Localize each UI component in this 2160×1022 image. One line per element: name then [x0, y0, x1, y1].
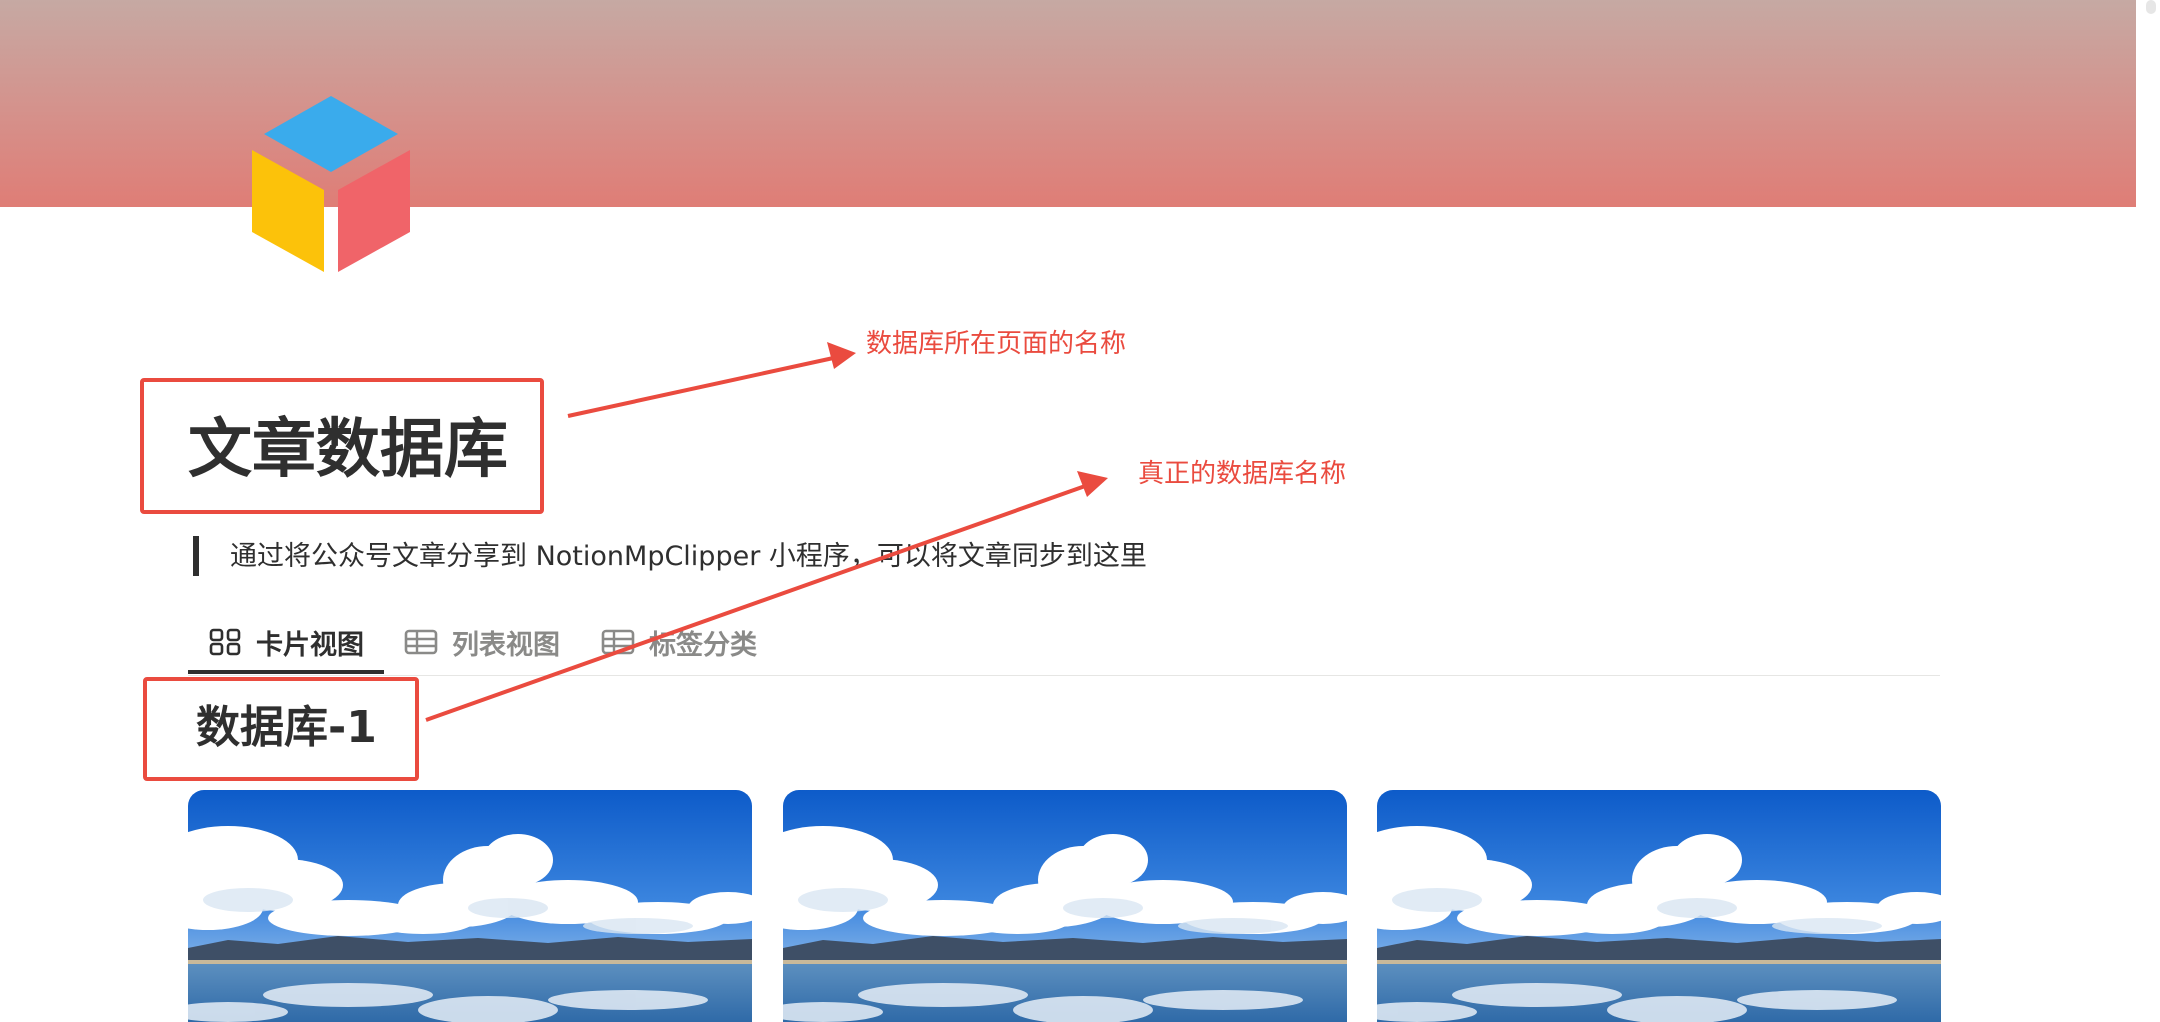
scrollbar[interactable] [2146, 0, 2156, 14]
gallery-card[interactable] [783, 790, 1347, 1022]
annotation-database-name: 真正的数据库名称 [1138, 459, 1347, 489]
tab-tag-category[interactable]: 标签分类 [601, 612, 757, 672]
card-cover-image [783, 790, 1347, 1022]
quote-bar [193, 536, 199, 576]
tab-label: 列表视图 [452, 629, 560, 661]
database-title[interactable]: 数据库-1 [196, 700, 377, 756]
gallery-grid-icon [209, 628, 241, 656]
page-description[interactable]: 通过将公众号文章分享到 NotionMpClipper 小程序，可以将文章同步到… [230, 538, 1147, 576]
tab-label: 标签分类 [649, 629, 757, 661]
cube-icon[interactable] [246, 94, 416, 274]
active-tab-indicator [188, 670, 384, 674]
gallery-card[interactable] [1377, 790, 1941, 1022]
table-icon [404, 629, 438, 655]
tab-gallery-view[interactable]: 卡片视图 [208, 612, 364, 672]
gallery-card[interactable] [188, 790, 752, 1022]
tab-label: 卡片视图 [256, 629, 364, 661]
tab-list-view[interactable]: 列表视图 [404, 612, 560, 672]
card-cover-image [1377, 790, 1941, 1022]
card-cover-image [188, 790, 752, 1022]
page-title[interactable]: 文章数据库 [188, 405, 508, 495]
tab-divider [188, 675, 1940, 676]
annotation-page-name: 数据库所在页面的名称 [866, 329, 1127, 359]
arrow-to-page-name [567, 342, 856, 418]
table-icon [601, 629, 635, 655]
